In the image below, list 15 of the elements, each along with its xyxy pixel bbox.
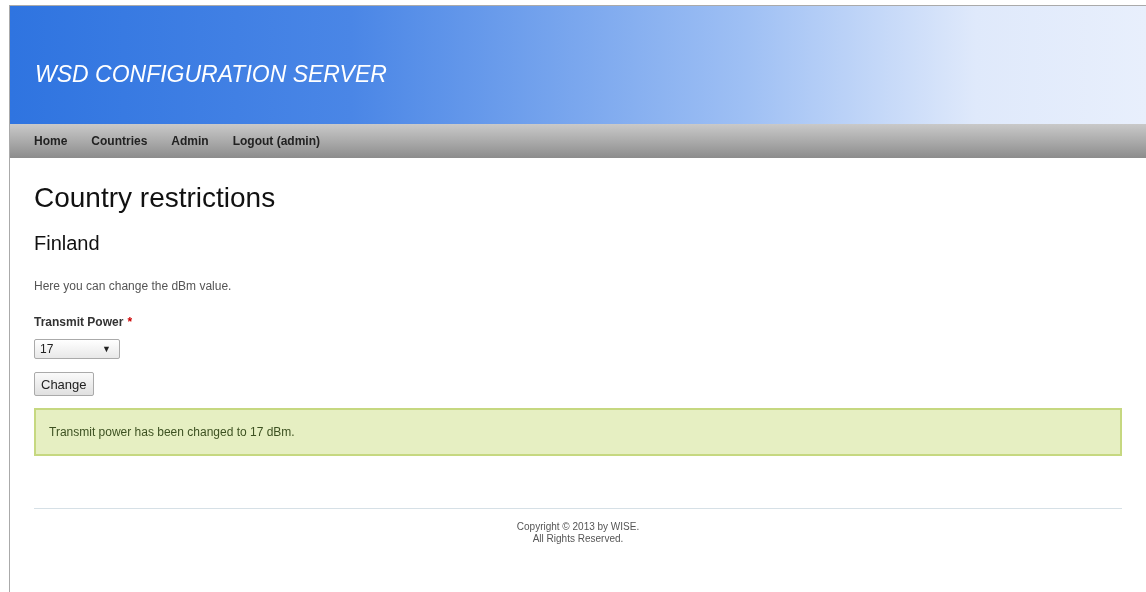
country-heading: Finland	[34, 232, 101, 255]
nav-link[interactable]: Countries	[91, 134, 148, 148]
nav-link[interactable]: Admin	[171, 134, 209, 148]
power-select[interactable]: 17 ▼	[34, 339, 120, 359]
site-title: WSD CONFIGURATION SERVER	[35, 60, 387, 88]
copyright-text: All Rights Reserved.	[532, 533, 624, 545]
intro-text: Here you can change the dBm value.	[34, 279, 233, 293]
nav-link[interactable]: Logout (admin)	[232, 134, 320, 148]
change-button[interactable]: Change	[34, 372, 94, 396]
nav-link[interactable]: Home	[34, 134, 68, 148]
field-label: Transmit Power	[34, 315, 124, 329]
success-message: Transmit power has been changed to 17 dBm.	[34, 408, 1122, 456]
required-mark: *	[127, 315, 133, 329]
page-title: Country restrictions	[34, 182, 277, 214]
copyright-text: Copyright © 2013 by WISE.	[516, 521, 640, 533]
